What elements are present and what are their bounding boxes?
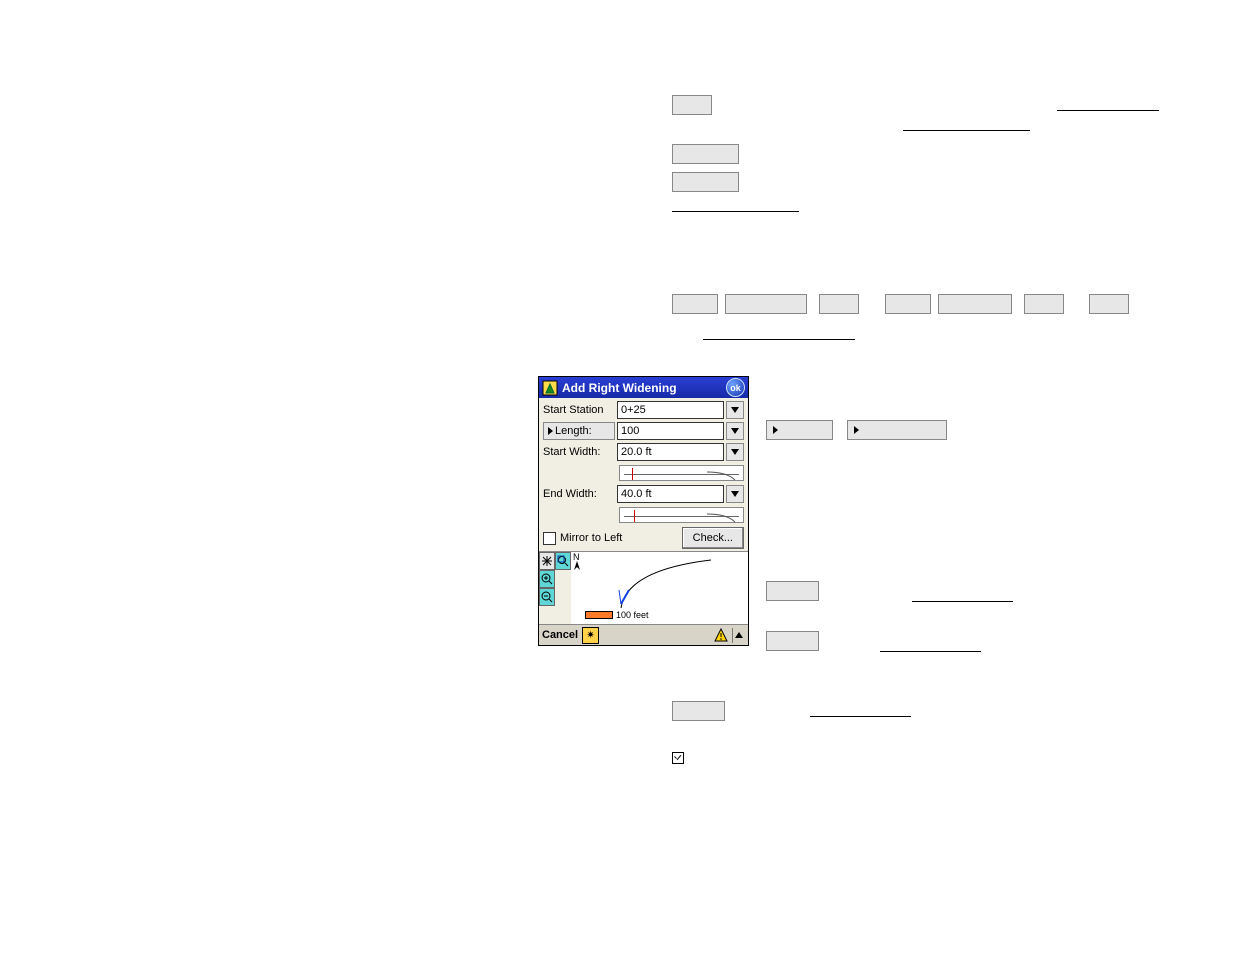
background-button [1024,294,1064,314]
star-icon[interactable]: ✷ [582,627,599,644]
background-button [766,581,819,601]
background-button [938,294,1012,314]
mirror-label: Mirror to Left [560,532,622,544]
cancel-button[interactable]: Cancel [542,629,578,641]
background-button [672,144,739,164]
start-station-dropdown[interactable] [726,401,744,419]
background-underline [810,716,911,717]
triangle-right-icon [773,426,778,434]
zoom-window-button[interactable] [555,552,571,570]
mirror-checkbox[interactable] [543,532,556,545]
zoom-toolbar [539,552,571,624]
background-underline [903,130,1030,131]
taper-curve-icon [707,511,737,523]
start-width-input[interactable]: 20.0 ft [617,443,724,461]
north-arrow-icon: N [573,553,581,572]
length-dropdown[interactable] [726,422,744,440]
ok-button[interactable]: ok [726,378,745,397]
chevron-down-icon [731,428,739,434]
length-input[interactable]: 100 [617,422,724,440]
app-icon [542,380,558,396]
start-width-slider[interactable] [619,465,744,481]
background-button [766,631,819,651]
start-station-label: Start Station [543,404,615,416]
scale-label: 100 feet [616,610,649,620]
zoom-out-button[interactable] [539,588,555,606]
titlebar[interactable]: Add Right Widening ok [539,377,748,398]
background-button [885,294,931,314]
scale-bar: 100 feet [585,610,649,620]
mirror-row: Mirror to Left Check... [543,527,744,549]
warning-icon[interactable] [713,628,728,643]
triangle-right-icon [854,426,859,434]
check-button[interactable]: Check... [682,527,744,549]
length-row: Length: 100 [543,422,744,440]
preview-canvas[interactable]: N 100 feet [571,552,748,624]
end-width-input[interactable]: 40.0 ft [617,485,724,503]
dialog-body: Start Station 0+25 Length: 100 Start Wid… [539,398,748,551]
background-checkbox [672,752,684,764]
background-button [847,420,947,440]
taper-curve-icon [707,469,737,481]
chevron-down-icon [731,491,739,497]
background-button [819,294,859,314]
length-label: Length: [555,425,592,437]
length-toggle-button[interactable]: Length: [543,422,615,440]
end-width-row: End Width: 40.0 ft [543,485,744,503]
chevron-down-icon [731,449,739,455]
end-width-label: End Width: [543,488,615,500]
start-width-slider-row [543,464,744,482]
end-width-slider-row [543,506,744,524]
start-station-row: Start Station 0+25 [543,401,744,419]
dialog-title: Add Right Widening [562,381,722,395]
background-button [672,95,712,115]
start-width-label: Start Width: [543,446,615,458]
start-width-dropdown[interactable] [726,443,744,461]
triangle-right-icon [548,427,553,435]
end-width-slider[interactable] [619,507,744,523]
background-button [672,172,739,192]
start-width-row: Start Width: 20.0 ft [543,443,744,461]
preview-area: N 100 feet [539,551,748,624]
add-right-widening-dialog: Add Right Widening ok Start Station 0+25… [538,376,749,646]
background-button [672,701,725,721]
start-station-input[interactable]: 0+25 [617,401,724,419]
background-button [725,294,807,314]
background-underline [703,339,855,340]
zoom-in-button[interactable] [539,570,555,588]
zoom-extents-button[interactable] [539,552,555,570]
background-underline [1057,110,1159,111]
background-underline [880,651,981,652]
road-curve [593,556,733,612]
end-width-dropdown[interactable] [726,485,744,503]
expand-up-icon[interactable] [732,628,745,643]
background-button [1089,294,1129,314]
chevron-down-icon [731,407,739,413]
dialog-footer: Cancel ✷ [539,624,748,645]
background-underline [912,601,1013,602]
background-underline [672,211,799,212]
background-button [672,294,718,314]
